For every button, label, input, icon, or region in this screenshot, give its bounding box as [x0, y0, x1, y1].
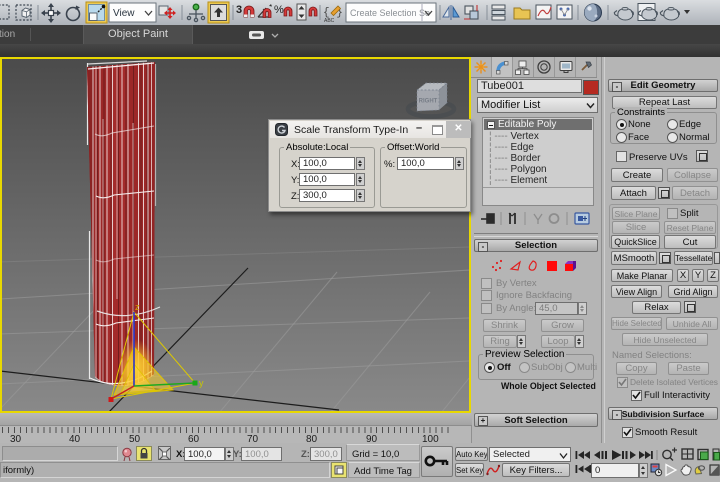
svg-text:ABC: ABC: [324, 18, 335, 24]
svg-text:y: y: [199, 378, 204, 388]
svg-text:z: z: [135, 302, 140, 312]
svg-text:3: 3: [236, 4, 242, 16]
svg-text:Create Selection Se: Create Selection Se: [350, 8, 430, 18]
svg-text:%: %: [274, 4, 284, 16]
svg-text:View: View: [113, 8, 135, 19]
svg-text:RIGHT: RIGHT: [419, 99, 438, 105]
